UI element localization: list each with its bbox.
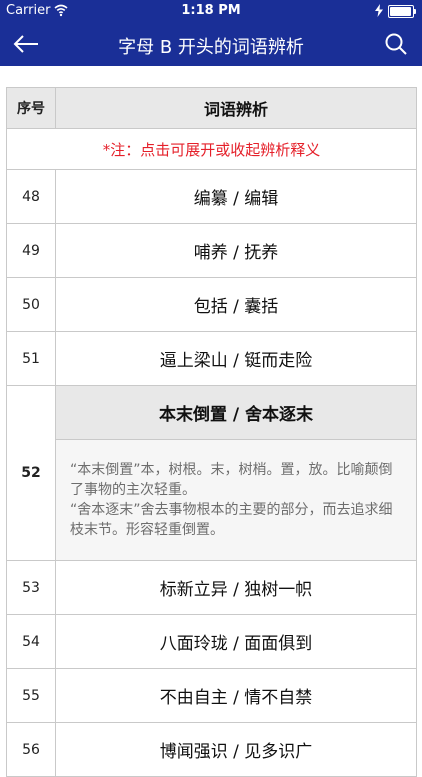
row-words: 不由自主 / 情不自禁: [159, 688, 313, 708]
note-row: *注：点击可展开或收起辨析释义: [7, 129, 416, 170]
status-time: 1:18 PM: [181, 3, 241, 18]
row-words: 标新立异 / 独树一帜: [159, 580, 313, 600]
row-words: 哺养 / 抚养: [193, 243, 279, 263]
row-number: 54: [7, 615, 56, 668]
table-row[interactable]: 50 包括 / 囊括: [7, 278, 416, 332]
row-words: 逼上梁山 / 铤而走险: [159, 351, 313, 371]
battery-icon: [388, 5, 416, 18]
expanded-row: 52 本末倒置 / 舍本逐末 “本末倒置”本，树根。末，树梢。置，放。比喻颠倒了…: [7, 386, 416, 561]
row-words: 编纂 / 编辑: [193, 189, 279, 209]
row-words: 包括 / 囊括: [193, 297, 279, 317]
word-table: 序号 词语辨析 *注：点击可展开或收起辨析释义 48 编纂 / 编辑 49 哺养…: [6, 87, 417, 777]
table-row[interactable]: 54 八面玲珑 / 面面俱到: [7, 615, 416, 669]
table-row[interactable]: 49 哺养 / 抚养: [7, 224, 416, 278]
search-icon[interactable]: [384, 32, 408, 56]
explanation-text: “舍本逐末”舍去事物根本的主要的部分，而去追求细枝末节。形容轻重倒置。: [70, 502, 393, 538]
table-header: 序号 词语辨析: [7, 88, 416, 129]
nav-bar: 字母 B 开头的词语辨析: [0, 22, 422, 66]
explanation-panel: “本末倒置”本，树根。末，树梢。置，放。比喻颠倒了事物的主次轻重。 “舍本逐末”…: [56, 440, 416, 560]
table-row[interactable]: 48 编纂 / 编辑: [7, 170, 416, 224]
row-number: 49: [7, 224, 56, 277]
row-number: 51: [7, 332, 56, 385]
table-row[interactable]: 56 博闻强识 / 见多识广: [7, 723, 416, 777]
expanded-row-title[interactable]: 本末倒置 / 舍本逐末: [56, 386, 416, 440]
row-number: 52: [7, 386, 56, 560]
table-row[interactable]: 53 标新立异 / 独树一帜: [7, 561, 416, 615]
row-number: 50: [7, 278, 56, 331]
charging-icon: [375, 4, 383, 17]
row-words: 八面玲珑 / 面面俱到: [159, 634, 313, 654]
row-number: 53: [7, 561, 56, 614]
table-row[interactable]: 51 逼上梁山 / 铤而走险: [7, 332, 416, 386]
header-words: 词语辨析: [203, 100, 268, 119]
table-row[interactable]: 55 不由自主 / 情不自禁: [7, 669, 416, 723]
explanation-text: “本末倒置”本，树根。末，树梢。置，放。比喻颠倒了事物的主次轻重。: [70, 462, 393, 498]
row-number: 55: [7, 669, 56, 722]
page-title: 字母 B 开头的词语辨析: [118, 37, 304, 58]
note-text: *注：点击可展开或收起辨析释义: [102, 140, 321, 159]
header-number: 序号: [7, 88, 56, 128]
row-number: 48: [7, 170, 56, 223]
status-bar: Carrier 1:18 PM: [0, 0, 422, 22]
